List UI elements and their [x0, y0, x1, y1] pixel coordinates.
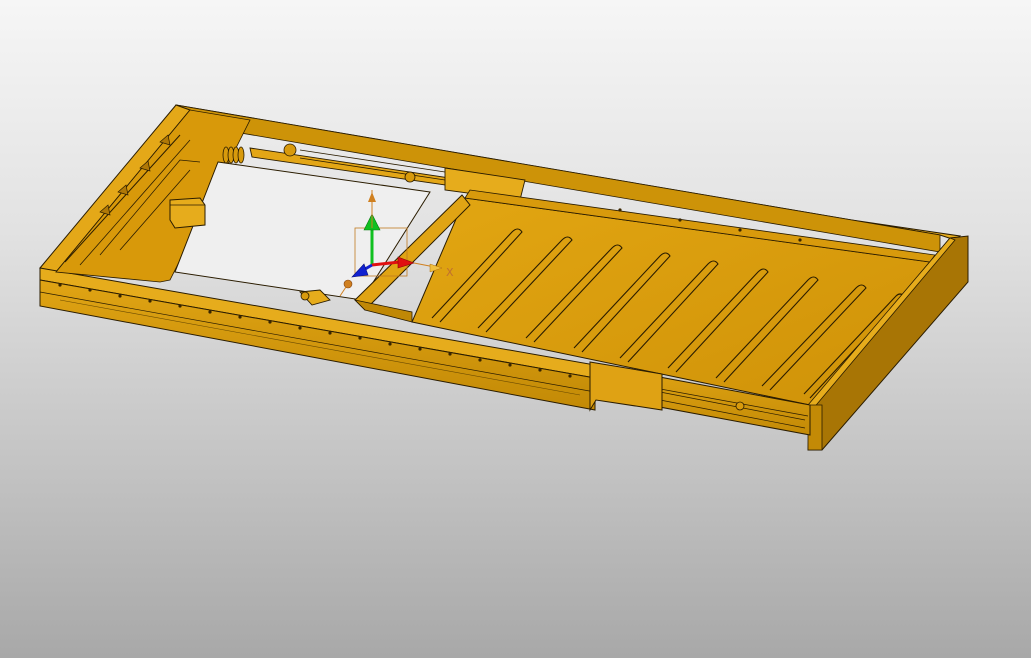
motor-block: [169, 197, 206, 229]
tray-assembly-model[interactable]: X: [0, 0, 1031, 658]
cad-3d-viewport[interactable]: X: [0, 0, 1031, 658]
coil-spring: [222, 146, 245, 164]
triad-x-label: X: [446, 266, 454, 279]
